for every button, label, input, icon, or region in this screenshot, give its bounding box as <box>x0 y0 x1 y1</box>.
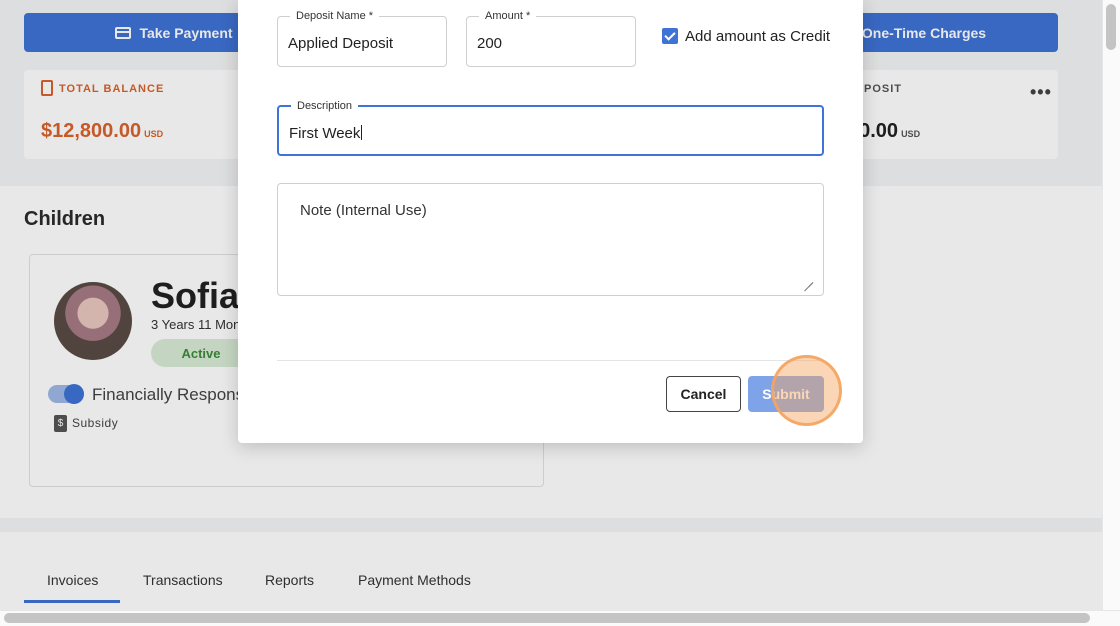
deposit-name-field[interactable]: Deposit Name * Applied Deposit <box>277 10 447 67</box>
note-placeholder: Note (Internal Use) <box>300 202 427 219</box>
resize-handle-icon[interactable] <box>803 273 813 283</box>
cancel-button[interactable]: Cancel <box>666 376 741 412</box>
description-field[interactable]: Description First Week <box>277 100 824 156</box>
click-indicator <box>771 355 842 426</box>
modal-divider <box>277 360 824 361</box>
deposit-name-label: Deposit Name * <box>290 10 380 23</box>
vertical-scrollbar-thumb[interactable] <box>1106 4 1116 50</box>
deposit-name-value: Applied Deposit <box>288 35 394 52</box>
description-label: Description <box>291 100 359 113</box>
amount-value: 200 <box>477 35 503 52</box>
vertical-scrollbar[interactable] <box>1102 0 1120 610</box>
description-value: First Week <box>289 125 363 142</box>
amount-label: Amount * <box>479 10 537 23</box>
note-textarea[interactable]: Note (Internal Use) <box>277 183 824 296</box>
add-credit-checkbox[interactable] <box>662 28 678 44</box>
add-credit-label[interactable]: Add amount as Credit <box>685 28 830 45</box>
horizontal-scrollbar-thumb[interactable] <box>4 613 1090 623</box>
amount-field[interactable]: Amount * 200 <box>466 10 636 67</box>
